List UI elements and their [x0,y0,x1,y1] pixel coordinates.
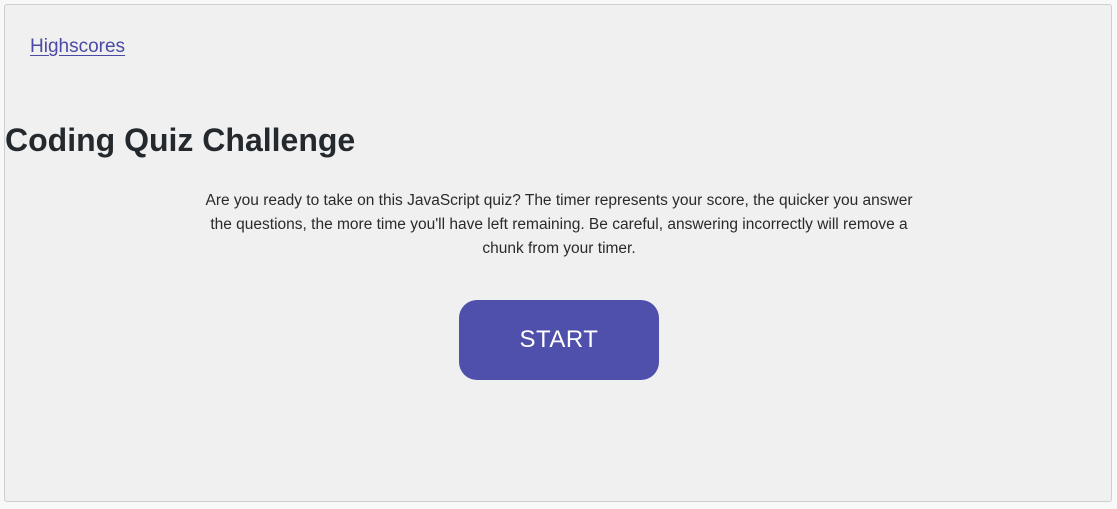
quiz-panel: Highscores Coding Quiz Challenge Are you… [4,4,1112,502]
start-button[interactable]: START [459,300,659,380]
quiz-description: Are you ready to take on this JavaScript… [205,192,913,257]
page-title: Coding Quiz Challenge [5,122,356,158]
highscores-link[interactable]: Highscores [30,35,125,59]
